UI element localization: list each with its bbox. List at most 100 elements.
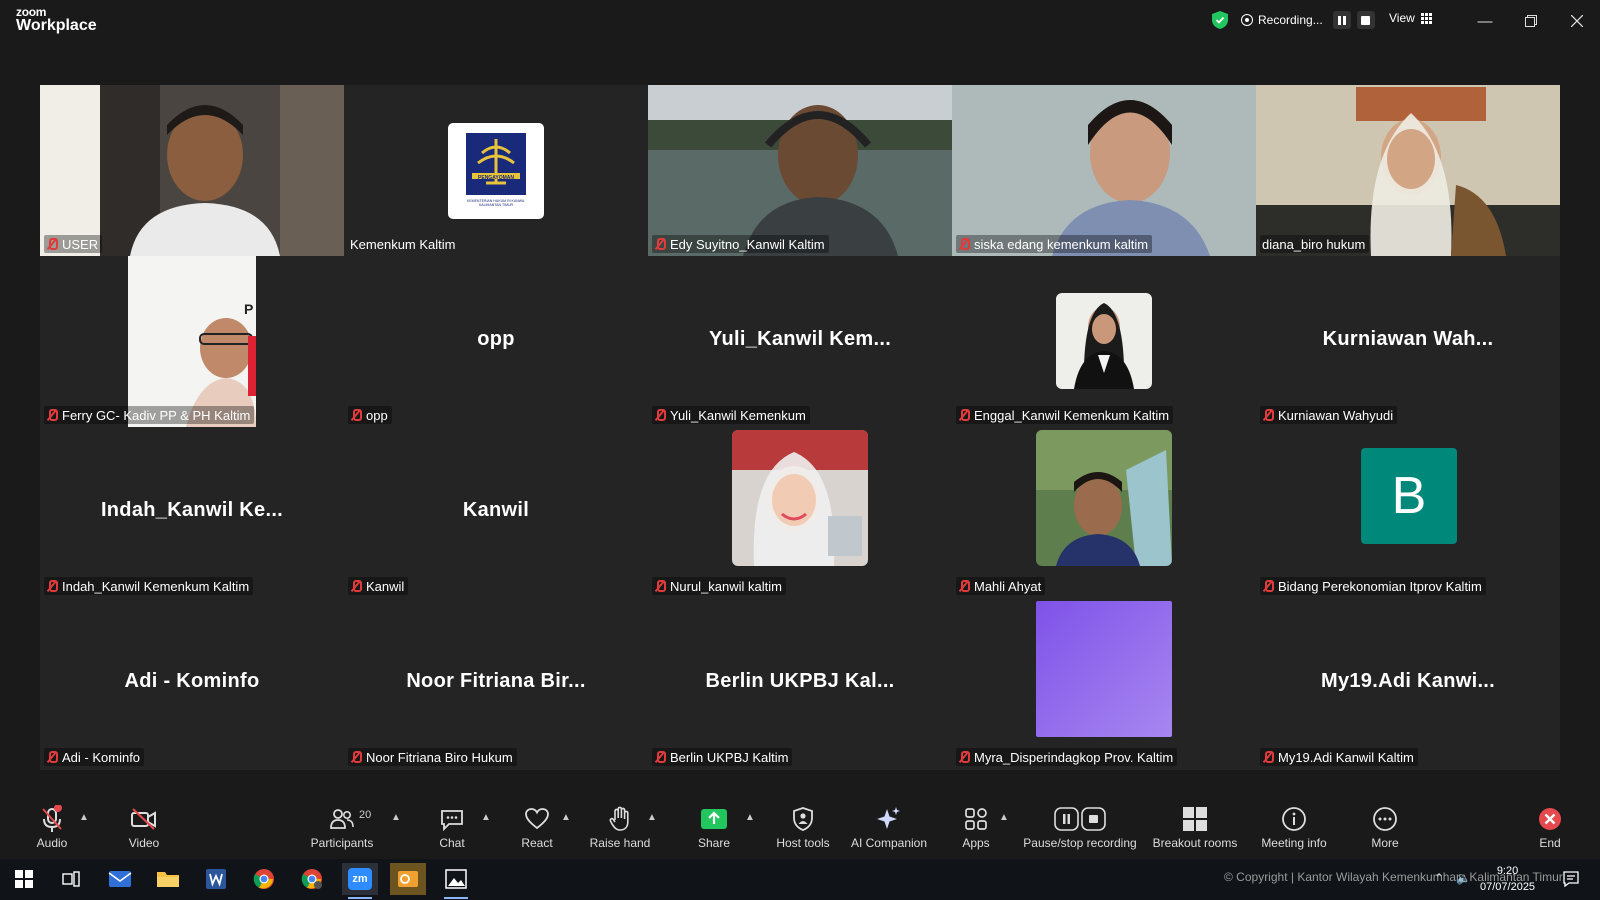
taskbar-app-zoom[interactable]: zm xyxy=(342,863,378,899)
share-button[interactable]: Share xyxy=(669,804,759,850)
participants-options-chevron-icon[interactable]: ▲ xyxy=(391,812,401,823)
participant-name-label: Adi - Kominfo xyxy=(44,748,145,766)
raise-hand-options-chevron-icon[interactable]: ▲ xyxy=(647,812,657,823)
participant-video xyxy=(1256,85,1560,256)
participant-tile[interactable]: Berlin UKPBJ Kal... Berlin UKPBJ Kaltim xyxy=(648,598,952,769)
pause-stop-recording-button[interactable]: Pause/stop recording xyxy=(1023,804,1137,850)
participant-tile[interactable]: Noor Fitriana Bir... Noor Fitriana Biro … xyxy=(344,598,648,769)
restore-button[interactable] xyxy=(1518,8,1544,34)
mic-muted-icon xyxy=(350,751,362,763)
participant-tile-active-speaker[interactable]: diana_biro hukum xyxy=(1256,85,1560,256)
taskbar-app-mail[interactable] xyxy=(102,863,138,895)
participant-tile[interactable]: B Bidang Perekonomian Itprov Kaltim xyxy=(1256,427,1560,598)
participant-tile[interactable]: Kanwil Kanwil xyxy=(344,427,648,598)
mic-muted-icon xyxy=(350,409,362,421)
encryption-shield-icon[interactable] xyxy=(1212,11,1228,29)
apps-icon xyxy=(965,808,987,830)
participant-name: diana_biro hukum xyxy=(1262,236,1366,252)
pause-recording-button[interactable] xyxy=(1332,11,1351,29)
clock-date: 07/07/2025 xyxy=(1480,881,1536,893)
stop-recording-button[interactable] xyxy=(1356,11,1375,29)
meeting-info-button[interactable]: Meeting info xyxy=(1249,804,1339,850)
participant-name-label: Ferry GC- Kadiv PP & PH Kaltim xyxy=(44,406,255,424)
participant-name-label: Kanwil xyxy=(348,577,409,595)
system-clock[interactable]: 9:20 07/07/2025 xyxy=(1480,863,1535,895)
end-label: End xyxy=(1539,836,1561,850)
participant-tile[interactable]: opp opp xyxy=(344,256,648,427)
participant-name: Kemenkum Kaltim xyxy=(350,236,456,252)
participant-tile[interactable]: PENGAYOMAN KEMENTERIAN HUKUM RI KANWIL K… xyxy=(344,85,648,256)
participant-avatar xyxy=(1036,601,1172,737)
breakout-rooms-button[interactable]: Breakout rooms xyxy=(1150,804,1240,850)
end-meeting-button[interactable]: End xyxy=(1505,804,1595,850)
more-button[interactable]: More xyxy=(1340,804,1430,850)
ai-companion-button[interactable]: AI Companion xyxy=(844,804,934,850)
minimize-icon: — xyxy=(1477,12,1493,30)
view-button[interactable]: View xyxy=(1389,11,1432,25)
close-window-button[interactable] xyxy=(1564,8,1590,34)
apps-button[interactable]: Apps xyxy=(931,804,1021,850)
mic-muted-icon xyxy=(46,580,58,592)
react-button[interactable]: React xyxy=(492,804,582,850)
task-view-button[interactable] xyxy=(53,863,89,895)
taskbar-app-outlook[interactable] xyxy=(390,863,426,895)
participant-name-label: Nurul_kanwil kaltim xyxy=(652,577,786,595)
notification-icon xyxy=(1563,871,1579,887)
video-button[interactable]: Video xyxy=(99,804,189,850)
ai-companion-label: AI Companion xyxy=(850,836,928,850)
participant-tile[interactable]: P Ferry GC- Kadiv PP & PH Kaltim xyxy=(40,256,344,427)
chat-options-chevron-icon[interactable]: ▲ xyxy=(481,812,491,823)
participant-tile[interactable]: Adi - Kominfo Adi - Kominfo xyxy=(40,598,344,769)
volume-icon[interactable]: 🔈 xyxy=(1456,871,1471,885)
windows-taskbar: zm © Copyright | Kantor Wilayah Kemenkum… xyxy=(0,859,1600,900)
minimize-button[interactable]: — xyxy=(1472,8,1498,34)
chat-button[interactable]: Chat xyxy=(407,804,497,850)
participant-name: USER xyxy=(62,236,99,252)
participants-label: Participants xyxy=(310,836,374,850)
participant-display-name: Kurniawan Wah... xyxy=(1322,328,1494,350)
more-icon xyxy=(1373,807,1397,831)
meeting-toolbar: Audio ▲ Video Participants 20 ▲ Chat ▲ R… xyxy=(0,800,1600,859)
participant-display-name: Berlin UKPBJ Kal... xyxy=(705,670,895,692)
mic-muted-icon xyxy=(958,409,970,421)
participant-tile[interactable]: siska edang kemenkum kaltim xyxy=(952,85,1256,256)
participant-tile[interactable]: My19.Adi Kanwi... My19.Adi Kanwil Kaltim xyxy=(1256,598,1560,769)
participant-tile[interactable]: USER xyxy=(40,85,344,256)
svg-text:P: P xyxy=(244,301,253,317)
audio-options-chevron-icon[interactable]: ▲ xyxy=(79,812,89,823)
taskbar-app-photos[interactable] xyxy=(438,863,474,899)
notifications-button[interactable] xyxy=(1557,863,1585,895)
taskbar-app-file-explorer[interactable] xyxy=(150,863,186,895)
logo-subtext: KEMENTERIAN HUKUM RI KANWIL KALIMANTAN T… xyxy=(467,199,525,207)
participants-button[interactable]: Participants xyxy=(297,804,387,850)
windows-logo-icon xyxy=(15,870,33,888)
participant-photo: P xyxy=(128,256,256,427)
participant-tile[interactable]: Indah_Kanwil Ke... Indah_Kanwil Kemenkum… xyxy=(40,427,344,598)
participant-tile[interactable]: Kurniawan Wah... Kurniawan Wahyudi xyxy=(1256,256,1560,427)
audio-button[interactable]: Audio xyxy=(7,804,97,850)
participant-avatar xyxy=(1036,430,1172,566)
participant-display-name: My19.Adi Kanwi... xyxy=(1320,670,1496,692)
participant-tile[interactable]: Enggal_Kanwil Kemenkum Kaltim xyxy=(952,256,1256,427)
grid-view-icon xyxy=(1420,12,1432,24)
participant-tile[interactable]: Myra_Disperindagkop Prov. Kaltim xyxy=(952,598,1256,769)
participant-tile[interactable]: Mahli Ahyat xyxy=(952,427,1256,598)
react-options-chevron-icon[interactable]: ▲ xyxy=(561,812,571,823)
host-tools-button[interactable]: Host tools xyxy=(758,804,848,850)
participant-tile[interactable]: Nurul_kanwil kaltim xyxy=(648,427,952,598)
taskbar-app-word[interactable] xyxy=(198,863,234,895)
start-button[interactable] xyxy=(6,863,42,895)
share-options-chevron-icon[interactable]: ▲ xyxy=(745,812,755,823)
taskbar-app-chrome[interactable] xyxy=(246,863,282,895)
taskbar-app-chrome-profile[interactable] xyxy=(294,863,330,895)
apps-options-chevron-icon[interactable]: ▲ xyxy=(999,812,1009,823)
raise-hand-button[interactable]: Raise hand xyxy=(575,804,665,850)
host-tools-label: Host tools xyxy=(776,836,830,850)
mic-muted-icon xyxy=(46,238,58,250)
participant-tile[interactable]: Edy Suyitno_Kanwil Kaltim xyxy=(648,85,952,256)
participant-tile[interactable]: Yuli_Kanwil Kem... Yuli_Kanwil Kemenkum xyxy=(648,256,952,427)
meeting-info-label: Meeting info xyxy=(1261,836,1327,850)
pause-stop-recording-label: Pause/stop recording xyxy=(1023,836,1137,850)
participant-avatar xyxy=(1056,293,1152,389)
show-hidden-icons-chevron-icon[interactable]: ⌃ xyxy=(1434,871,1444,885)
